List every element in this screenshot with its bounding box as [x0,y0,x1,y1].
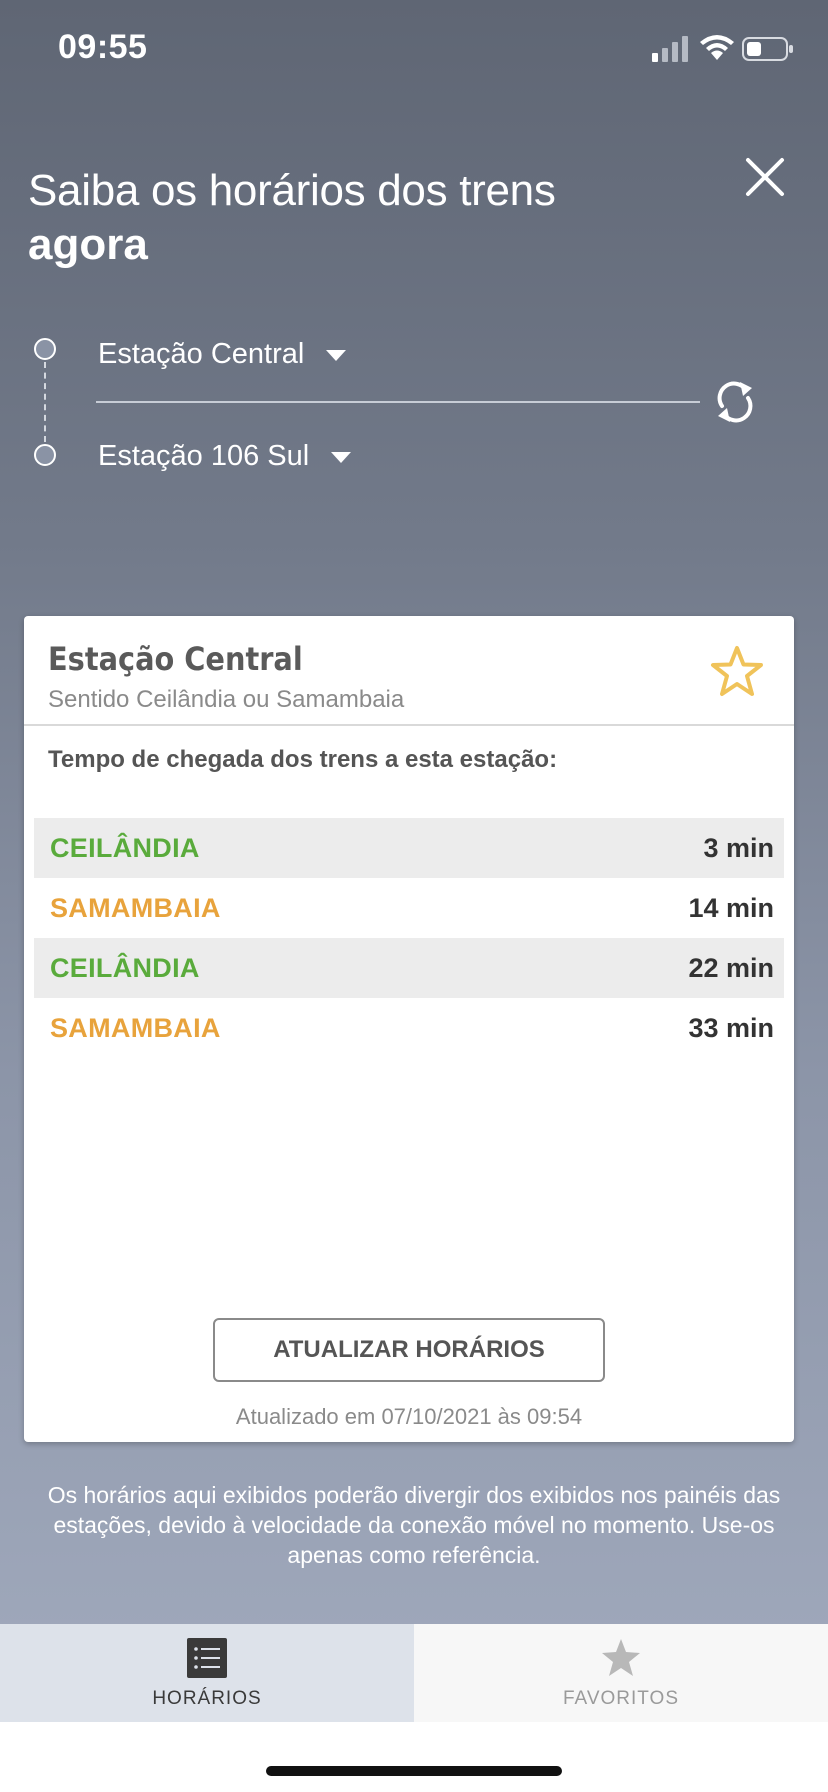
header-title: Saiba os horários dos trens [28,166,556,215]
arrival-destination: CEILÂNDIA [50,832,200,863]
arrival-time: 33 min [688,1012,774,1043]
caret-down-icon [331,452,352,463]
swap-stations-icon[interactable] [712,376,758,428]
last-updated-text: Atualizado em 07/10/2021 às 09:54 [235,1404,583,1429]
card-header: Estação Central Sentido Ceilândia ou Sam… [24,616,794,726]
card-direction: Sentido Ceilândia ou Samambaia [48,686,405,713]
caret-down-icon [326,350,347,361]
arrivals-card: Estação Central Sentido Ceilândia ou Sam… [24,616,794,1442]
arrival-time-label: Tempo de chegada dos trens a esta estaçã… [48,746,558,773]
arrival-row: SAMAMBAIA 14 min [34,878,784,938]
status-time: 09:55 [58,28,148,66]
destination-station-select[interactable]: Estação 106 Sul [98,440,352,473]
origin-station-select[interactable]: Estação Central [98,338,347,371]
list-icon [187,1638,227,1678]
star-icon [602,1639,640,1676]
arrival-time: 22 min [688,952,774,983]
wifi-icon [700,35,734,60]
tab-label: FAVORITOS [563,1688,679,1709]
battery-icon [742,37,793,61]
arrival-time: 14 min [688,892,774,923]
origin-station-label: Estação Central [98,338,305,370]
route-divider [96,401,700,403]
home-indicator[interactable] [266,1766,562,1776]
update-schedule-button[interactable]: ATUALIZAR HORÁRIOS [213,1318,605,1382]
tab-horarios[interactable]: HORÁRIOS [0,1624,414,1722]
route-selector: Estação Central Estação 106 Sul [0,320,828,480]
route-dashed-line [44,362,46,442]
arrival-time: 3 min [703,832,774,863]
destination-dot-icon [34,444,56,466]
card-station-title: Estação Central [48,640,303,678]
cellular-signal-icon [652,36,688,62]
arrival-destination: SAMAMBAIA [50,1012,221,1043]
tab-label: HORÁRIOS [152,1688,262,1709]
tab-favoritos[interactable]: FAVORITOS [414,1624,828,1722]
header-title-bold: agora [28,220,148,269]
close-icon[interactable] [740,152,790,202]
arrival-row: CEILÂNDIA 22 min [34,938,784,998]
home-area [0,1722,828,1792]
disclaimer-text: Os horários aqui exibidos poderão diverg… [47,1482,781,1568]
arrivals-list: CEILÂNDIA 3 min SAMAMBAIA 14 min CEILÂND… [34,818,784,1058]
tab-bar: HORÁRIOS FAVORITOS [0,1624,828,1722]
arrival-destination: CEILÂNDIA [50,952,200,983]
arrival-destination: SAMAMBAIA [50,892,221,923]
destination-station-label: Estação 106 Sul [98,440,310,472]
favorite-star-icon[interactable] [708,644,766,700]
origin-dot-icon [34,338,56,360]
status-bar: 09:55 [0,0,828,100]
arrival-row: CEILÂNDIA 3 min [34,818,784,878]
arrival-row: SAMAMBAIA 33 min [34,998,784,1058]
